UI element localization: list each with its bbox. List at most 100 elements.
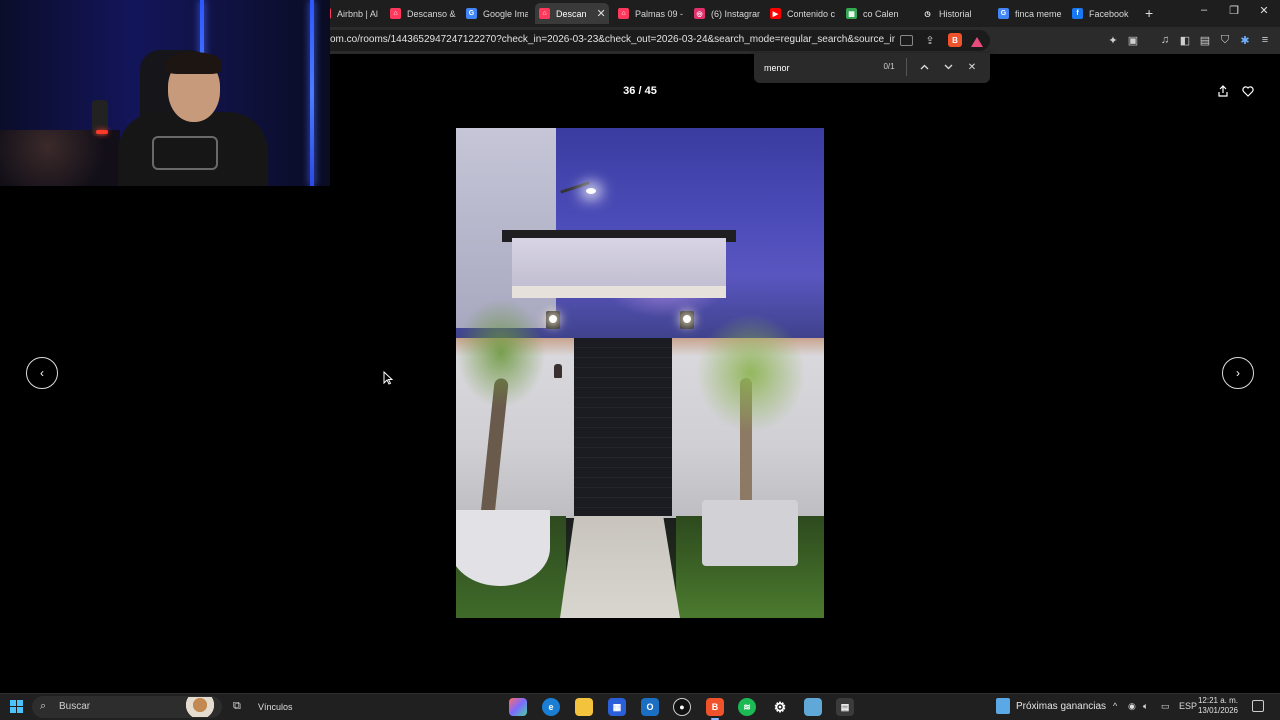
calendar-icon: ▦ <box>846 8 857 19</box>
sidebar-icon[interactable]: ◧ <box>1178 33 1192 47</box>
widgets-icon[interactable] <box>996 698 1010 714</box>
file-explorer-icon[interactable] <box>575 698 593 716</box>
chevron-right-icon: › <box>1236 366 1240 380</box>
photo-gate <box>574 338 672 516</box>
browser-tab[interactable]: ▶ Contenido c <box>766 3 836 24</box>
history-icon: ◷ <box>924 10 931 18</box>
browser-tab[interactable]: ▦ co Calen <box>842 3 912 24</box>
volume-icon[interactable]: 🔈︎ <box>1143 701 1148 712</box>
led-strip-right <box>310 0 314 186</box>
outlook-icon[interactable]: O <box>641 698 659 716</box>
widgets-text[interactable]: Próximas ganancias <box>1016 701 1106 712</box>
google-icon: G <box>998 8 1009 19</box>
photo-walkway <box>560 516 680 618</box>
airbnb-icon: ⌂ <box>539 8 550 19</box>
new-tab-button[interactable]: + <box>1145 5 1153 21</box>
menu-icon[interactable]: ≡ <box>1258 33 1272 47</box>
chevron-left-icon: ‹ <box>40 366 44 380</box>
youtube-icon: ▶ <box>770 8 781 19</box>
photo-canopy-underside <box>512 286 726 298</box>
share-page-icon[interactable]: ⇪ <box>923 33 937 47</box>
browser-tab-label: Descan <box>556 8 587 19</box>
settings-icon[interactable]: ⚙ <box>771 698 789 716</box>
browser-tab[interactable]: ◷ Historial <box>918 3 988 24</box>
clock-time: 12:21 a. m. <box>1197 696 1239 705</box>
browser-tab-label: Facebook <box>1089 8 1129 19</box>
airbnb-icon: ⌂ <box>618 8 629 19</box>
find-close-icon[interactable]: ✕ <box>965 60 979 74</box>
minimize-icon[interactable]: – <box>1194 4 1214 16</box>
media-icon[interactable]: ♫ <box>1158 33 1172 47</box>
heart-icon[interactable] <box>1240 83 1256 99</box>
photo-palm-fronds-left <box>456 298 546 408</box>
notepad-icon[interactable] <box>804 698 822 716</box>
instagram-icon: ◎ <box>694 8 705 19</box>
webcam-overlay <box>0 0 330 186</box>
clock[interactable]: 12:21 a. m. 13/01/2026 <box>1196 696 1240 716</box>
browser-tab-label: Contenido c <box>787 8 836 19</box>
browser-tab[interactable]: Gfinca meme <box>994 3 1064 24</box>
browser-tab-label: co Calen <box>863 8 899 19</box>
edge-icon[interactable]: e <box>542 698 560 716</box>
notifications-icon[interactable] <box>1252 700 1264 712</box>
language-indicator[interactable]: ESP <box>1179 701 1197 711</box>
airbnb-icon: ⌂ <box>390 8 401 19</box>
browser-tab[interactable]: ⌂ Descanso & <box>386 3 456 24</box>
brave-rewards-icon[interactable] <box>970 35 984 49</box>
photo-wall-light-left <box>546 311 560 329</box>
browser-tab-label: Airbnb | Alo <box>337 8 378 19</box>
wallet-icon[interactable]: ▣ <box>1126 33 1140 47</box>
task-view-icon[interactable]: ⧉ <box>233 700 241 713</box>
facebook-icon: f <box>1072 8 1083 19</box>
vpn-tray-icon[interactable]: ◉ <box>1128 701 1136 712</box>
photo-palm-fronds-right <box>696 313 806 433</box>
store-icon[interactable]: ▦ <box>608 698 626 716</box>
close-tab-icon[interactable]: ✕ <box>597 7 606 20</box>
links-toolbar[interactable]: Vínculos <box>258 702 293 712</box>
photo-wall-light-right <box>680 311 694 329</box>
browser-tab[interactable]: G Google Ima <box>462 3 528 24</box>
find-previous-icon[interactable] <box>917 60 931 74</box>
spotify-icon[interactable]: ≋ <box>738 698 756 716</box>
windows-start-icon[interactable] <box>10 700 23 713</box>
leo-ai-icon[interactable]: ✱ <box>1238 33 1252 47</box>
browser-tab-label: Historial <box>939 8 972 19</box>
browser-tab-label: (6) Instagran <box>711 8 760 19</box>
browser-tab[interactable]: f Facebook <box>1068 3 1136 24</box>
tab-groups-icon[interactable]: ▤ <box>1198 33 1212 47</box>
close-window-icon[interactable]: ✕ <box>1254 4 1274 17</box>
find-input[interactable] <box>764 61 874 75</box>
next-photo-button[interactable]: › <box>1222 357 1254 389</box>
brave-shield-icon[interactable]: B <box>948 33 962 47</box>
listing-photo[interactable] <box>456 128 824 618</box>
restore-icon[interactable]: ❐ <box>1224 4 1244 17</box>
find-match-count: 0/1 <box>883 62 895 71</box>
person-hair <box>166 52 222 74</box>
mouse-cursor-icon <box>383 371 393 385</box>
previous-photo-button[interactable]: ‹ <box>26 357 58 389</box>
clock-date: 13/01/2026 <box>1197 706 1239 715</box>
find-next-icon[interactable] <box>941 60 955 74</box>
brave-taskbar-icon[interactable]: B <box>706 698 724 720</box>
browser-tab[interactable]: ⌂ Palmas 09 - <box>614 3 684 24</box>
browser-tab[interactable]: ◎ (6) Instagran <box>690 3 760 24</box>
battery-icon[interactable]: ▭ <box>1161 701 1170 712</box>
photo-bell <box>554 364 562 378</box>
browser-tab[interactable]: ⌂ Descan ✕ <box>535 3 609 24</box>
screenshot-icon[interactable] <box>900 35 913 46</box>
browser-tab-label: Descanso & <box>407 8 456 19</box>
photo-canopy <box>512 238 726 286</box>
photo-counter: 36 / 45 <box>623 85 657 97</box>
calculator-icon[interactable]: ▤ <box>836 698 854 716</box>
google-icon: G <box>466 8 477 19</box>
browser-tab-label: Palmas 09 - <box>635 8 684 19</box>
obs-icon[interactable]: ● <box>673 698 691 716</box>
copilot-icon[interactable] <box>509 698 527 716</box>
vpn-icon[interactable]: ⛉ <box>1218 33 1232 47</box>
microphone-led <box>96 130 108 134</box>
url-text[interactable]: om.co/rooms/1443652947247122270?check_in… <box>330 34 895 45</box>
tray-overflow-icon[interactable]: ^ <box>1113 701 1117 711</box>
share-icon[interactable] <box>1215 83 1231 99</box>
screen: ⌂ Airbnb | Alo ⌂ Descanso & G Google Ima ⌂ Desc… <box>0 0 1280 720</box>
extensions-icon[interactable]: ✦ <box>1106 33 1120 47</box>
